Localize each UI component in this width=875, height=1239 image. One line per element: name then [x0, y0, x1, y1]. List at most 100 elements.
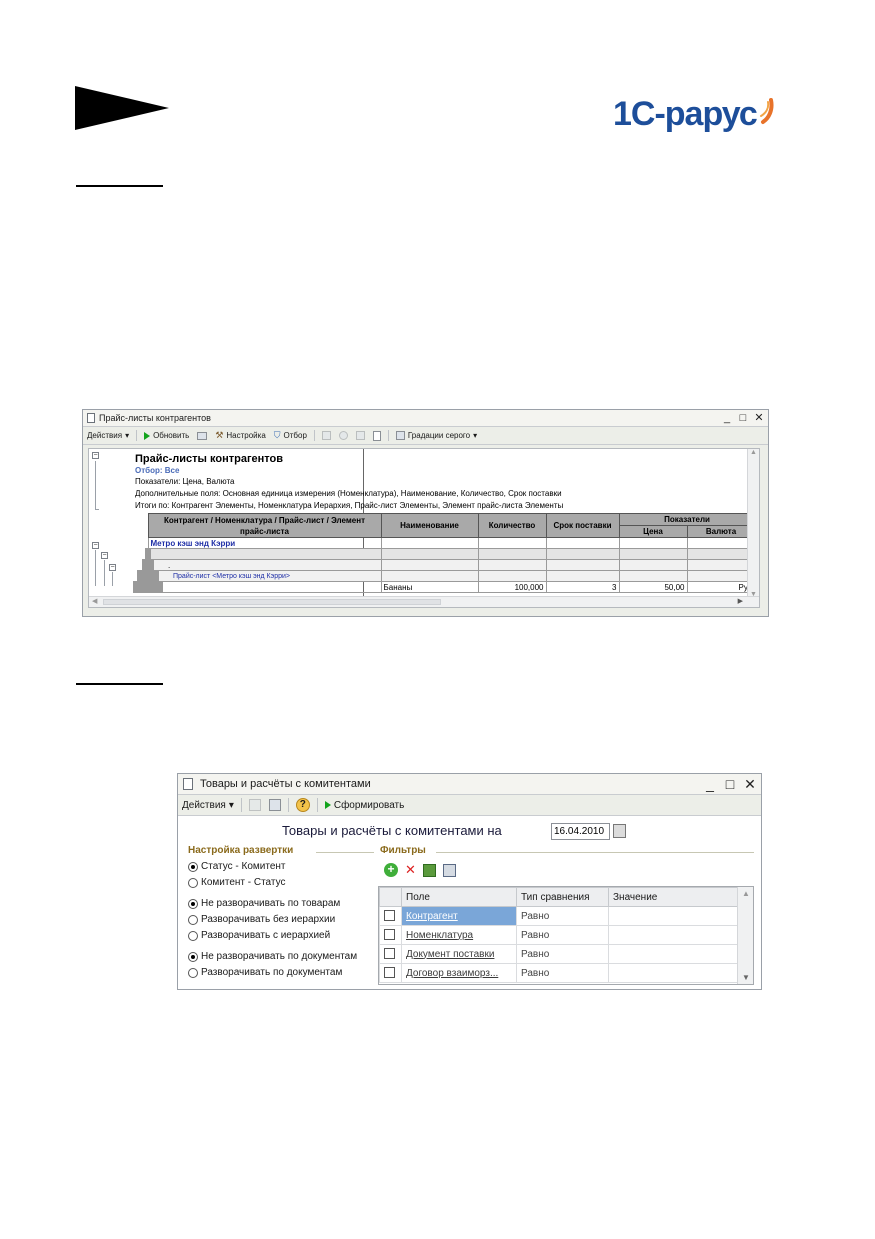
refresh-button[interactable]: Обновить: [140, 431, 193, 440]
page-button[interactable]: [369, 430, 385, 441]
scroll-left-icon[interactable]: ◀: [92, 597, 97, 605]
open-icon: [248, 799, 261, 811]
filter-field-cell[interactable]: Контрагент: [401, 906, 517, 926]
collapse-group-icon[interactable]: −: [92, 542, 99, 549]
print-button[interactable]: [193, 431, 211, 440]
help-button[interactable]: ?: [292, 798, 314, 812]
radio-dot: [188, 877, 198, 888]
table-row[interactable]: Документ поставки Равно: [379, 944, 739, 964]
vertical-scrollbar[interactable]: ▲ ▼: [737, 887, 753, 984]
scroll-right-icon[interactable]: ▶: [738, 597, 743, 605]
radio-label: Разворачивать по документам: [201, 967, 343, 978]
save-button[interactable]: [265, 799, 285, 811]
filter-compare-cell[interactable]: Равно: [516, 944, 609, 964]
document-icon: [87, 413, 95, 423]
filter-compare-cell[interactable]: Равно: [516, 925, 609, 945]
grid-header-field[interactable]: Поле: [401, 887, 517, 907]
open-button[interactable]: [245, 799, 265, 811]
table-row[interactable]: Контрагент Равно: [379, 906, 739, 926]
grayscale-menu-button[interactable]: Градации серого ▾: [392, 431, 481, 440]
radio-dot: [188, 951, 198, 962]
filter-field-cell[interactable]: Документ поставки: [401, 944, 517, 964]
report-totals-by: Итоги по: Контрагент Элементы, Номенклат…: [135, 501, 564, 510]
radio-status-committent[interactable]: Статус - Комитент: [188, 861, 285, 872]
actions-menu-button[interactable]: Действия ▾: [178, 800, 238, 811]
radio-expand-no-hierarchy[interactable]: Разворачивать без иерархии: [188, 914, 335, 925]
scroll-up-icon[interactable]: ▲: [742, 889, 750, 898]
zoom-icon: [338, 431, 348, 440]
scroll-up-icon[interactable]: ▲: [750, 449, 757, 456]
scrollbar-thumb[interactable]: [103, 599, 441, 605]
counterparty-cell[interactable]: Метро кэш энд Кэрри: [147, 537, 382, 549]
filter-value-cell[interactable]: [608, 925, 739, 945]
generate-label: Сформировать: [333, 799, 405, 811]
filters-grid: Поле Тип сравнения Значение Контрагент Р…: [378, 886, 754, 985]
radio-label: Разворачивать с иерархией: [201, 930, 331, 941]
table-row[interactable]: .: [142, 559, 756, 571]
maximize-icon[interactable]: □: [723, 774, 737, 795]
radio-label: Комитент - Статус: [201, 877, 286, 888]
grid-header-compare[interactable]: Тип сравнения: [516, 887, 609, 907]
section-rule-2: [76, 683, 163, 685]
add-filter-icon[interactable]: +: [384, 863, 398, 877]
report-filter[interactable]: Отбор: Все: [135, 466, 179, 475]
logo-text: 1С-рарус: [613, 95, 758, 133]
radio-no-expand-docs[interactable]: Не разворачивать по документам: [188, 951, 357, 962]
col-header-price: Цена: [618, 525, 688, 538]
table-row[interactable]: Прайс-лист <Метро кэш энд Кэрри>: [137, 570, 756, 582]
grayscale-label: Градации серого: [407, 431, 471, 440]
check-all-icon[interactable]: [422, 863, 436, 877]
row-checkbox[interactable]: [384, 910, 395, 922]
filter-field-cell[interactable]: Номенклатура: [401, 925, 517, 945]
filter-compare-cell[interactable]: Равно: [516, 963, 609, 983]
calendar-icon[interactable]: [613, 824, 626, 838]
goods-settlements-window: Товары и расчёты с комитентами _ □ ✕ Дей…: [177, 773, 762, 990]
filter-compare-cell[interactable]: Равно: [516, 906, 609, 926]
collapse-group-icon[interactable]: −: [109, 564, 116, 571]
save-button[interactable]: [318, 431, 335, 440]
uncheck-all-icon[interactable]: [442, 863, 456, 877]
filter-value-cell[interactable]: [608, 963, 739, 983]
table-row[interactable]: [145, 548, 756, 560]
close-icon[interactable]: ✕: [754, 410, 764, 427]
filter-value-cell[interactable]: [608, 906, 739, 926]
nomenclature-cell[interactable]: .: [142, 559, 382, 571]
table-row[interactable]: Бананы 100,000 3 50,00 Руб: [133, 581, 756, 593]
delete-filter-icon[interactable]: ✕: [405, 863, 416, 877]
zoom-button[interactable]: [335, 431, 352, 440]
company-logo: 1С-рарус: [613, 94, 778, 134]
price-list-cell[interactable]: Прайс-лист <Метро кэш энд Кэрри>: [137, 570, 382, 582]
grid-header-value[interactable]: Значение: [608, 887, 739, 907]
radio-no-expand-goods[interactable]: Не разворачивать по товарам: [188, 898, 340, 909]
radio-expand-hierarchy[interactable]: Разворачивать с иерархией: [188, 930, 330, 941]
vertical-scrollbar[interactable]: ▲ ▼: [747, 449, 759, 598]
table-row[interactable]: Метро кэш энд Кэрри: [147, 537, 756, 549]
table-row[interactable]: Договор взаиморз... Равно: [379, 963, 739, 983]
maximize-icon[interactable]: □: [738, 410, 748, 427]
table-button[interactable]: [352, 431, 369, 440]
item-price-cell: 50,00: [618, 581, 688, 593]
row-checkbox[interactable]: [384, 967, 395, 979]
settings-button[interactable]: ⚒ Настройка: [211, 430, 269, 441]
filter-field-cell[interactable]: Договор взаиморз...: [401, 963, 517, 983]
actions-menu-button[interactable]: Действия ▾: [83, 431, 133, 440]
collapse-group-icon[interactable]: −: [101, 552, 108, 559]
table-row[interactable]: Номенклатура Равно: [379, 925, 739, 945]
filter-value-cell[interactable]: [608, 944, 739, 964]
filter-button[interactable]: ⛉ Отбор: [270, 430, 311, 441]
row-checkbox[interactable]: [384, 948, 395, 960]
radio-expand-docs[interactable]: Разворачивать по документам: [188, 967, 342, 978]
date-input[interactable]: 16.04.2010: [551, 823, 610, 840]
col-header-term: Срок поставки: [545, 513, 620, 538]
radio-dot: [188, 914, 198, 925]
row-checkbox[interactable]: [384, 929, 395, 941]
minimize-icon[interactable]: _: [703, 774, 717, 795]
scroll-down-icon[interactable]: ▼: [742, 973, 750, 982]
play-icon: [324, 801, 331, 809]
radio-committent-status[interactable]: Комитент - Статус: [188, 877, 285, 888]
close-icon[interactable]: ✕: [743, 774, 757, 795]
minimize-icon[interactable]: _: [722, 410, 732, 427]
horizontal-scrollbar[interactable]: ◀ ▶: [89, 596, 759, 607]
collapse-group-icon[interactable]: −: [92, 452, 99, 459]
generate-button[interactable]: Сформировать: [321, 800, 409, 811]
